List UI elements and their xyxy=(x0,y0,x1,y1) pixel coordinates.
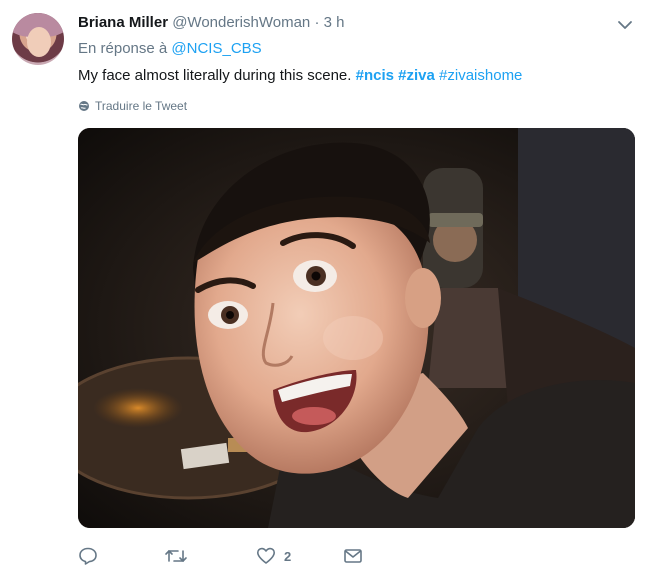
hashtag-link[interactable]: #ncis xyxy=(356,67,394,84)
separator-dot: · xyxy=(314,14,320,31)
reply-prefix: En réponse à xyxy=(78,40,168,57)
like-button[interactable]: 2 xyxy=(256,545,291,567)
reply-icon xyxy=(79,547,97,565)
author-handle[interactable]: @WonderishWoman xyxy=(172,14,310,31)
chevron-down-icon[interactable] xyxy=(613,13,637,37)
retweet-button[interactable] xyxy=(164,545,188,567)
globe-icon xyxy=(79,101,89,111)
tweet-header: Briana Miller @WonderishWoman · 3 h xyxy=(78,13,344,33)
direct-message-button[interactable] xyxy=(343,545,363,567)
like-count: 2 xyxy=(284,548,292,564)
mail-icon xyxy=(344,549,362,563)
hashtag-link[interactable]: #ziva xyxy=(398,67,435,84)
translate-label: Traduire le Tweet xyxy=(95,99,188,113)
translate-tweet-link[interactable]: Traduire le Tweet xyxy=(78,98,187,114)
heart-icon xyxy=(257,547,275,564)
reply-button[interactable] xyxy=(78,545,98,567)
reply-mention-link[interactable]: @NCIS_CBS xyxy=(171,40,261,57)
tweet-photo[interactable] xyxy=(78,128,635,528)
retweet-icon xyxy=(165,550,187,562)
reply-context: En réponse à @NCIS_CBS xyxy=(78,40,262,57)
tweet-text: My face almost literally during this sce… xyxy=(78,66,522,86)
tweet-actions: 2 xyxy=(78,545,408,569)
tweet-body: My face almost literally during this sce… xyxy=(78,67,356,84)
hashtag-link[interactable]: #zivaishome xyxy=(439,67,522,84)
tweet-card[interactable]: Briana Miller @WonderishWoman · 3 h En r… xyxy=(0,0,645,576)
tweet-timestamp[interactable]: 3 h xyxy=(324,14,345,31)
avatar[interactable] xyxy=(12,13,64,65)
author-name[interactable]: Briana Miller xyxy=(78,14,168,31)
